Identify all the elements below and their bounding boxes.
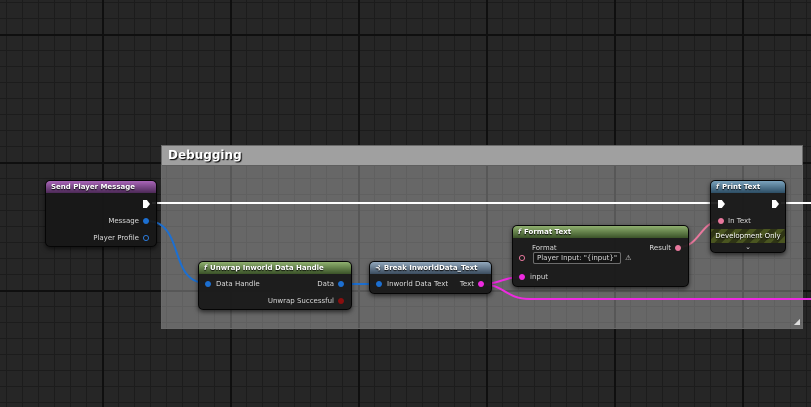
node-send-player-message[interactable]: Send Player Message Message Player Profi… <box>45 180 157 247</box>
in-text-label: In Text <box>728 217 751 225</box>
node-header[interactable]: Send Player Message <box>46 181 156 193</box>
format-text-field[interactable]: Player Input: "{input}" <box>533 252 622 264</box>
format-label: Format <box>532 244 557 252</box>
f-icon: f <box>518 228 522 236</box>
message-label: Message <box>108 217 139 225</box>
input-pin[interactable]: input <box>519 272 548 282</box>
blueprint-graph[interactable]: Debugging ◢ Send Player Message Message … <box>0 0 811 407</box>
development-only-banner: Development Only <box>711 229 785 243</box>
data-handle-pin[interactable]: Data Handle <box>205 279 260 289</box>
unwrap-successful-label: Unwrap Successful <box>267 297 334 305</box>
inworld-data-text-pin[interactable]: Inworld Data Text <box>376 279 448 289</box>
node-header[interactable]: ⊰ Break InworldData_Text <box>370 262 491 274</box>
inworld-data-text-label: Inworld Data Text <box>387 280 449 288</box>
f-icon: f <box>204 264 208 272</box>
break-struct-icon: ⊰ <box>375 264 381 272</box>
data-label: Data <box>317 280 334 288</box>
node-format-text[interactable]: f Format Text Format Player Input: "{inpu… <box>512 225 689 287</box>
in-text-pin[interactable]: In Text <box>718 216 751 226</box>
input-label: input <box>530 273 549 281</box>
result-pin[interactable]: Result <box>649 243 681 253</box>
format-pin[interactable]: Player Input: "{input}" ⚠ <box>519 252 632 264</box>
player-profile-pin[interactable]: Player Profile <box>93 233 149 243</box>
node-title: Unwrap Inworld Data Handle <box>210 264 324 272</box>
node-title: Send Player Message <box>51 183 135 191</box>
f-icon: f <box>716 183 720 191</box>
text-label: Text <box>459 280 474 288</box>
exec-in-pin[interactable] <box>718 199 725 209</box>
node-break-data-text[interactable]: ⊰ Break InworldData_Text Inworld Data Tex… <box>369 261 492 294</box>
data-handle-label: Data Handle <box>216 280 260 288</box>
warning-icon: ⚠ <box>625 254 632 262</box>
node-header[interactable]: f Unwrap Inworld Data Handle <box>199 262 351 274</box>
unwrap-successful-pin[interactable]: Unwrap Successful <box>268 296 344 306</box>
exec-out-pin[interactable] <box>772 199 779 209</box>
chevron-down-icon[interactable]: ⌄ <box>711 243 785 251</box>
exec-out-pin[interactable] <box>143 199 150 209</box>
player-profile-label: Player Profile <box>93 234 139 242</box>
node-header[interactable]: f Print Text <box>711 181 785 193</box>
node-title: Break InworldData_Text <box>383 264 478 272</box>
node-header[interactable]: f Format Text <box>513 226 688 238</box>
data-pin[interactable]: Data <box>317 279 344 289</box>
result-label: Result <box>649 244 671 252</box>
node-unwrap-data-handle[interactable]: f Unwrap Inworld Data Handle Data Handle … <box>198 261 352 310</box>
text-pin[interactable]: Text <box>460 279 484 289</box>
message-pin[interactable]: Message <box>108 216 149 226</box>
node-print-text[interactable]: f Print Text In Text Development Only ⌄ <box>710 180 786 253</box>
node-title: Format Text <box>524 228 572 236</box>
node-title: Print Text <box>722 183 761 191</box>
